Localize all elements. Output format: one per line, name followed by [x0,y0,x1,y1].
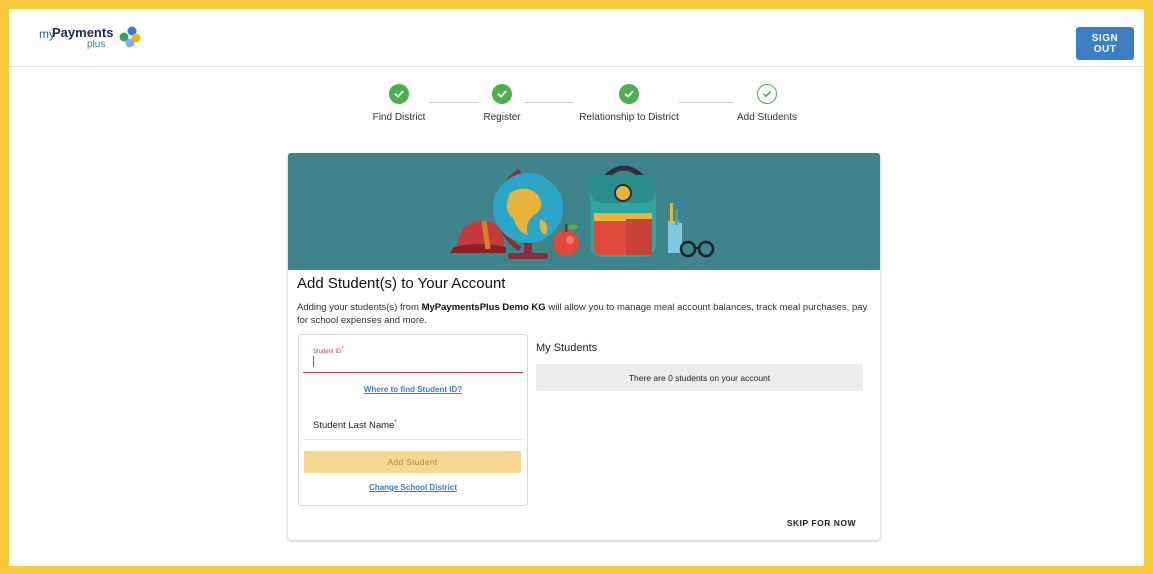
app-frame: my Payments plus SIGN OUT Find District [9,9,1144,566]
school-supplies-banner [288,153,880,270]
add-student-button[interactable]: Add Student [304,451,521,473]
my-students-title: My Students [536,342,598,354]
empty-message: There are 0 students on your account [628,372,771,383]
step-relationship: Relationship to District [569,84,689,123]
logo-brand: Payments [52,25,114,40]
page-title: Add Student(s) to Your Account [297,275,506,292]
check-circle-outline-icon [757,84,777,104]
last-name-underline [303,439,523,440]
skip-for-now-button[interactable]: SKIP FOR NOW [781,517,862,529]
step-label: Find District [372,112,426,123]
change-school-district-link[interactable]: Change School District [299,483,527,492]
add-students-card: Add Student(s) to Your Account Adding yo… [288,153,880,540]
required-mark: * [394,420,397,426]
student-last-name-input[interactable]: Student Last Name* [313,420,397,431]
logo-mark-icon [119,26,141,48]
mypaymentsplus-logo[interactable]: my Payments plus [39,24,149,54]
district-name: MyPaymentsPlus Demo KG [421,302,546,313]
student-id-underline [303,372,523,373]
step-label: Add Students [736,112,798,123]
step-label: Register [483,112,521,123]
required-mark: * [341,346,344,352]
check-circle-icon [619,84,639,104]
student-id-label-text: Student ID [313,349,342,355]
last-name-label: Student Last Name [313,420,395,432]
check-circle-icon [389,84,409,104]
student-id-label: Student ID* [313,346,343,355]
step-register: Register [442,84,562,123]
check-circle-icon [492,84,512,104]
card-description: Adding your students(s) from MyPaymentsP… [297,301,877,327]
logo-suffix: plus [87,39,106,50]
description-text: Adding your students(s) from [297,302,422,313]
registration-stepper: Find District Register Relationship to D… [364,84,814,144]
students-empty-state: There are 0 students on your account [536,364,863,391]
step-label: Relationship to District [579,112,679,123]
step-find-district: Find District [339,84,459,123]
add-student-form: Student ID* Where to find Student ID? St… [298,334,528,506]
step-add-students: Add Students [707,84,827,123]
sign-out-button[interactable]: SIGN OUT [1076,27,1134,60]
student-id-input[interactable] [313,356,314,367]
school-supplies-illustration [450,165,715,259]
find-student-id-link[interactable]: Where to find Student ID? [299,385,527,394]
top-bar: my Payments plus SIGN OUT [9,9,1144,67]
